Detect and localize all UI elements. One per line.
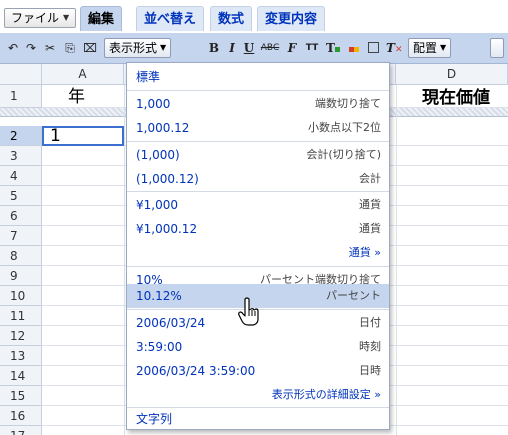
row-header[interactable]: 4 <box>0 166 42 186</box>
menu-divider <box>127 90 389 91</box>
chevron-down-icon: ▼ <box>440 43 447 52</box>
more-formats-link[interactable]: 表示形式の詳細設定 » <box>127 383 389 407</box>
row-header[interactable]: 3 <box>0 146 42 166</box>
clear-format-icon[interactable]: T✕ <box>386 39 402 57</box>
format-option-desc: 時刻 <box>359 340 381 353</box>
menu-divider <box>127 191 389 192</box>
format-option-label: 10.12% <box>136 289 182 303</box>
format-option-accounting[interactable]: (1,000.12) 会計 <box>127 167 389 191</box>
row-header[interactable]: 9 <box>0 266 42 286</box>
row-header[interactable]: 6 <box>0 206 42 226</box>
menu-divider <box>127 266 389 267</box>
format-option-desc: 通貨 <box>359 198 381 211</box>
menu-divider <box>127 141 389 142</box>
row-header[interactable]: 5 <box>0 186 42 206</box>
more-formats-label: 表示形式の詳細設定 » <box>271 388 381 401</box>
format-option-number-decimal[interactable]: 1,000.12 小数点以下2位 <box>127 116 389 140</box>
row-header[interactable]: 14 <box>0 366 42 386</box>
format-option-desc: 日時 <box>359 364 381 377</box>
paste-icon[interactable]: ⌧ <box>82 39 98 57</box>
format-option-desc: 会計(切り捨て) <box>306 148 381 161</box>
tab-formulas[interactable]: 数式 <box>210 6 253 31</box>
undo-icon[interactable]: ↶ <box>6 39 20 57</box>
format-option-label: 1,000 <box>136 97 171 111</box>
row-header[interactable]: 13 <box>0 346 42 366</box>
column-divider <box>124 85 125 435</box>
menubar: ファイル ▼ 編集 並べ替え 数式 変更内容 <box>0 0 508 33</box>
format-menu: 標準 1,000 端数切り捨て 1,000.12 小数点以下2位 (1,000)… <box>126 62 390 430</box>
row-header[interactable]: 15 <box>0 386 42 406</box>
text-color-icon[interactable]: T <box>325 39 341 57</box>
file-menu-button[interactable]: ファイル ▼ <box>4 8 77 28</box>
row-header[interactable]: 16 <box>0 406 42 426</box>
format-option-number-rounded[interactable]: 1,000 端数切り捨て <box>127 92 389 116</box>
format-option-label: 2006/03/24 <box>136 316 206 330</box>
format-option-desc: 通貨 <box>359 222 381 235</box>
bold-button[interactable]: B <box>207 39 221 57</box>
chevron-down-icon: ▼ <box>160 43 167 52</box>
format-dropdown-label: 表示形式 <box>109 41 158 55</box>
format-option-desc: 小数点以下2位 <box>308 121 381 134</box>
chevron-down-icon: ▼ <box>63 13 70 22</box>
strikethrough-button[interactable]: ABC <box>260 39 280 57</box>
format-option-desc: 端数切り捨て <box>315 97 381 110</box>
tab-revisions[interactable]: 変更内容 <box>257 6 326 31</box>
format-option-desc: パーセント <box>326 289 381 302</box>
cut-icon[interactable]: ✂ <box>42 39 58 57</box>
format-option-label: ¥1,000.12 <box>136 222 198 236</box>
tab-edit[interactable]: 編集 <box>80 6 123 31</box>
underline-button[interactable]: U <box>243 39 255 57</box>
format-option-standard[interactable]: 標準 <box>127 65 389 89</box>
format-option-time[interactable]: 3:59:00 時刻 <box>127 335 389 359</box>
cell-a1[interactable]: 年 <box>68 86 85 108</box>
row-header[interactable]: 2 <box>0 126 42 146</box>
cell-d1[interactable]: 現在価値 <box>422 87 490 109</box>
align-dropdown[interactable]: 配置 ▼ <box>408 38 452 58</box>
column-header-d[interactable]: D <box>396 64 508 85</box>
format-option-label: 標準 <box>136 70 161 84</box>
file-menu-label: ファイル <box>11 11 60 25</box>
format-option-label: 文字列 <box>136 412 173 426</box>
format-option-label: 3:59:00 <box>136 340 183 354</box>
italic-button[interactable]: I <box>226 39 238 57</box>
font-family-button[interactable]: F <box>284 39 300 57</box>
tab-sort[interactable]: 並べ替え <box>136 6 205 31</box>
format-option-currency-rounded[interactable]: ¥1,000 通貨 <box>127 193 389 217</box>
row-header[interactable]: 10 <box>0 286 42 306</box>
hand-cursor-icon <box>238 297 259 326</box>
column-divider <box>396 85 397 435</box>
row-header[interactable]: 8 <box>0 246 42 266</box>
format-option-currency[interactable]: ¥1,000.12 通貨 <box>127 217 389 241</box>
format-option-desc: 日付 <box>359 316 381 329</box>
toolbar: ↶ ↷ ✂ ⎘ ⌧ 表示形式 ▼ B I U ABC F TT T T✕ 配置 … <box>0 33 508 64</box>
cell-a2[interactable]: 1 <box>50 125 61 147</box>
row-header[interactable]: 12 <box>0 326 42 346</box>
currency-more-label: 通貨 » <box>348 246 381 259</box>
redo-icon[interactable]: ↷ <box>24 39 38 57</box>
currency-more-link[interactable]: 通貨 » <box>127 241 389 265</box>
format-option-label: (1,000) <box>136 148 180 162</box>
column-header-a[interactable]: A <box>42 64 124 85</box>
format-dropdown[interactable]: 表示形式 ▼ <box>104 38 172 58</box>
format-option-label: ¥1,000 <box>136 198 178 212</box>
borders-icon[interactable] <box>365 39 381 57</box>
font-size-button[interactable]: TT <box>303 39 321 57</box>
corner-header[interactable] <box>0 64 42 85</box>
format-option-label: 1,000.12 <box>136 121 190 135</box>
row-header[interactable]: 1 <box>0 85 42 108</box>
row-header[interactable]: 17 <box>0 426 42 435</box>
more-toolbar-button[interactable] <box>490 38 504 58</box>
copy-icon[interactable]: ⎘ <box>62 39 78 57</box>
format-option-label: (1,000.12) <box>136 172 199 186</box>
align-dropdown-label: 配置 <box>413 41 438 55</box>
row-header[interactable]: 7 <box>0 226 42 246</box>
fill-color-icon[interactable] <box>346 39 362 57</box>
format-option-accounting-rounded[interactable]: (1,000) 会計(切り捨て) <box>127 143 389 167</box>
row-header[interactable]: 11 <box>0 306 42 326</box>
format-option-label: 2006/03/24 3:59:00 <box>136 364 256 378</box>
format-option-datetime[interactable]: 2006/03/24 3:59:00 日時 <box>127 359 389 383</box>
format-option-desc: 会計 <box>359 172 381 185</box>
format-option-text[interactable]: 文字列 <box>127 407 389 431</box>
